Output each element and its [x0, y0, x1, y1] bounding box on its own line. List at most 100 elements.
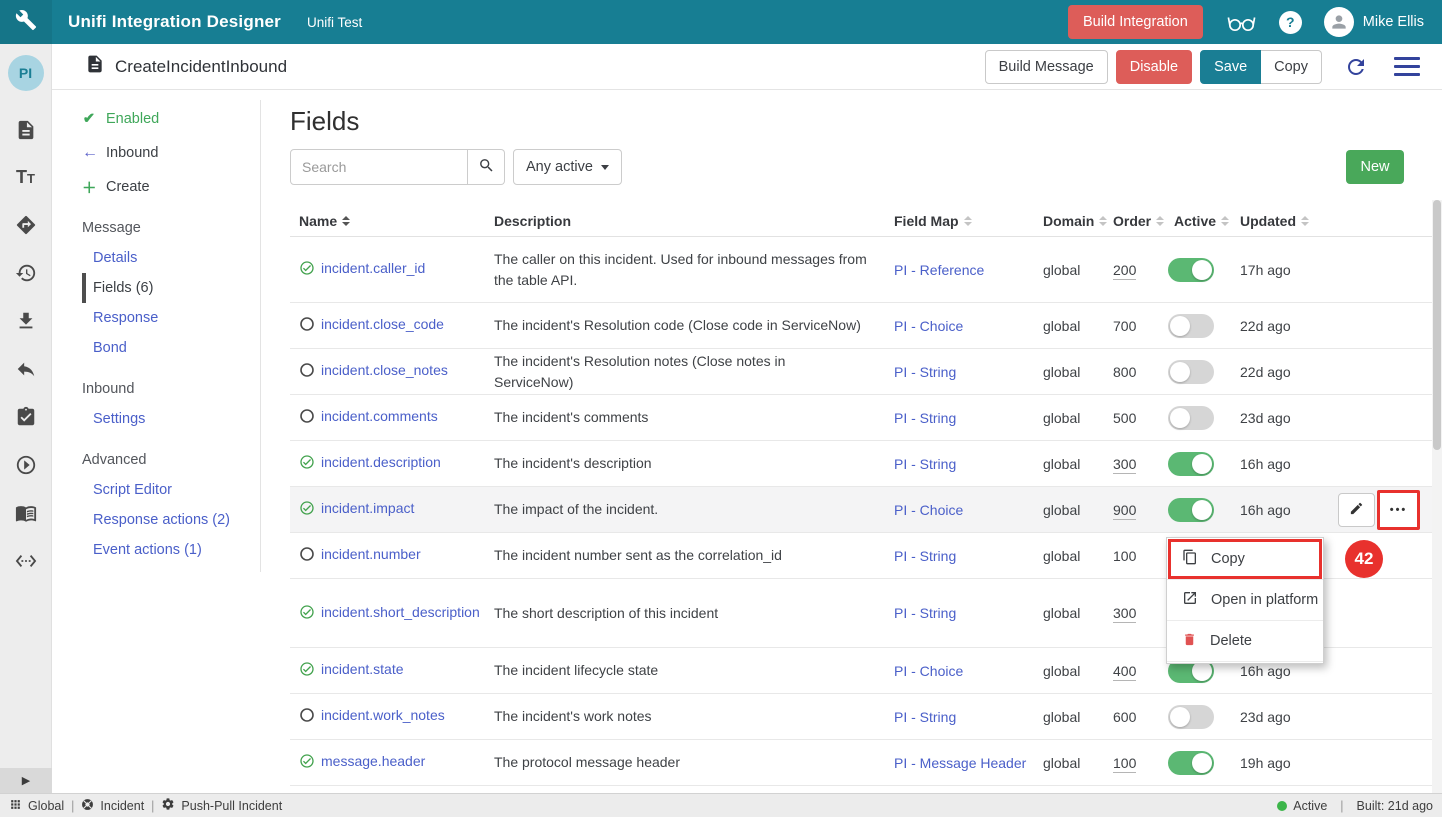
nav-item-enabled[interactable]: ✔ Enabled	[82, 104, 290, 134]
field-name-link[interactable]: incident.close_code	[321, 316, 444, 332]
search-input[interactable]	[290, 149, 468, 185]
field-map-link[interactable]: PI - String	[894, 410, 956, 426]
active-toggle[interactable]	[1168, 705, 1214, 729]
nav-divider	[260, 100, 261, 572]
more-actions-button[interactable]: •••	[1380, 493, 1417, 527]
column-header-order[interactable]: Order	[1113, 213, 1168, 229]
column-header-name[interactable]: Name	[299, 213, 494, 229]
field-map-link[interactable]: PI - String	[894, 364, 956, 380]
column-header-updated[interactable]: Updated	[1240, 213, 1330, 229]
field-name-link[interactable]: incident.description	[321, 454, 441, 470]
column-header-active[interactable]: Active	[1168, 213, 1240, 229]
scrollbar-thumb[interactable]	[1433, 200, 1441, 450]
workspace-name: Unifi Test	[307, 15, 362, 30]
field-map-link[interactable]: PI - Choice	[894, 502, 963, 518]
active-filter-dropdown[interactable]: Any active	[513, 149, 622, 185]
order-value[interactable]: 700	[1113, 318, 1136, 334]
active-toggle[interactable]	[1168, 258, 1214, 282]
field-map-link[interactable]: PI - String	[894, 456, 956, 472]
active-toggle[interactable]	[1168, 751, 1214, 775]
order-link[interactable]: 900	[1113, 502, 1136, 520]
active-toggle[interactable]	[1168, 360, 1214, 384]
copy-button[interactable]: Copy	[1261, 50, 1322, 84]
order-link[interactable]: 300	[1113, 456, 1136, 474]
active-toggle[interactable]	[1168, 314, 1214, 338]
field-name-link[interactable]: incident.close_notes	[321, 362, 448, 378]
order-link[interactable]: 300	[1113, 605, 1136, 623]
life-ring-icon	[81, 798, 94, 814]
build-message-button[interactable]: Build Message	[985, 50, 1108, 84]
expand-rail-button[interactable]: ▶	[0, 768, 52, 793]
active-check-icon	[299, 604, 315, 625]
nav-item-inbound-back[interactable]: ← Inbound	[82, 138, 290, 168]
directions-icon[interactable]	[15, 214, 37, 236]
nav-item-create[interactable]: ＋ Create	[82, 172, 290, 202]
search-button[interactable]	[468, 149, 505, 185]
nav-section-message: Message	[82, 213, 290, 243]
field-map-link[interactable]: PI - Reference	[894, 262, 984, 278]
order-value[interactable]: 100	[1113, 548, 1136, 564]
order-value[interactable]: 800	[1113, 364, 1136, 380]
menu-item-delete[interactable]: Delete	[1167, 621, 1323, 662]
field-name-link[interactable]: incident.short_description	[321, 604, 480, 620]
field-name-link[interactable]: message.header	[321, 753, 425, 769]
field-description: The impact of the incident.	[494, 499, 894, 520]
document-icon[interactable]	[15, 119, 37, 141]
field-name-link[interactable]: incident.comments	[321, 408, 438, 424]
field-name-link[interactable]: incident.work_notes	[321, 707, 445, 723]
book-icon[interactable]	[15, 502, 37, 524]
order-value[interactable]: 500	[1113, 410, 1136, 426]
process-selector[interactable]: Incident	[81, 798, 144, 814]
active-check-icon	[299, 661, 315, 682]
sort-icon	[342, 216, 350, 226]
undo-icon[interactable]	[15, 358, 37, 380]
download-icon[interactable]	[15, 310, 37, 332]
field-map-link[interactable]: PI - String	[894, 709, 956, 725]
refresh-icon[interactable]	[1344, 55, 1368, 79]
field-name-link[interactable]: incident.impact	[321, 500, 414, 516]
active-toggle[interactable]	[1168, 452, 1214, 476]
nav-item-fields[interactable]: Fields (6)	[82, 273, 290, 303]
field-description: The incident's Resolution code (Close co…	[494, 315, 894, 336]
gear-icon	[161, 797, 175, 814]
build-integration-button[interactable]: Build Integration	[1068, 5, 1203, 39]
save-button[interactable]: Save	[1200, 50, 1261, 84]
text-format-icon[interactable]: TT	[16, 167, 35, 188]
field-map-link[interactable]: PI - Choice	[894, 663, 963, 679]
disable-button[interactable]: Disable	[1116, 50, 1192, 84]
menu-item-copy[interactable]: Copy	[1167, 539, 1323, 580]
active-toggle[interactable]	[1168, 498, 1214, 522]
order-link[interactable]: 200	[1113, 262, 1136, 280]
order-link[interactable]: 400	[1113, 663, 1136, 681]
user-menu[interactable]: Mike Ellis	[1324, 7, 1424, 37]
field-updated: 22d ago	[1240, 318, 1330, 334]
column-header-field-map[interactable]: Field Map	[894, 213, 1043, 229]
scope-selector[interactable]: Global	[9, 798, 64, 814]
field-name-link[interactable]: incident.number	[321, 546, 421, 562]
sidebar-nav: ✔ Enabled ← Inbound ＋ Create Message Det…	[52, 90, 290, 793]
field-name-link[interactable]: incident.caller_id	[321, 260, 425, 276]
field-name-link[interactable]: incident.state	[321, 661, 404, 677]
order-link[interactable]: 100	[1113, 755, 1136, 773]
app-logo[interactable]	[0, 0, 52, 44]
integration-selector[interactable]: Push-Pull Incident	[161, 797, 282, 814]
order-value[interactable]: 600	[1113, 709, 1136, 725]
active-toggle[interactable]	[1168, 406, 1214, 430]
preview-glasses-icon[interactable]	[1225, 9, 1257, 35]
help-icon[interactable]: ?	[1279, 11, 1302, 34]
column-header-domain[interactable]: Domain	[1043, 213, 1113, 229]
menu-hamburger-icon[interactable]	[1394, 57, 1420, 76]
play-icon[interactable]	[15, 454, 37, 476]
field-map-link[interactable]: PI - Message Header	[894, 755, 1026, 771]
new-field-button[interactable]: New	[1346, 150, 1404, 184]
edit-button[interactable]	[1338, 493, 1375, 527]
history-icon[interactable]	[15, 262, 37, 284]
code-icon[interactable]	[15, 550, 37, 572]
field-map-link[interactable]: PI - Choice	[894, 318, 963, 334]
tasks-icon[interactable]	[15, 406, 37, 428]
field-map-link[interactable]: PI - String	[894, 605, 956, 621]
menu-item-open-in-platform[interactable]: Open in platform	[1167, 580, 1323, 621]
field-domain: global	[1043, 318, 1113, 334]
field-map-link[interactable]: PI - String	[894, 548, 956, 564]
integration-avatar[interactable]: PI	[8, 55, 44, 91]
